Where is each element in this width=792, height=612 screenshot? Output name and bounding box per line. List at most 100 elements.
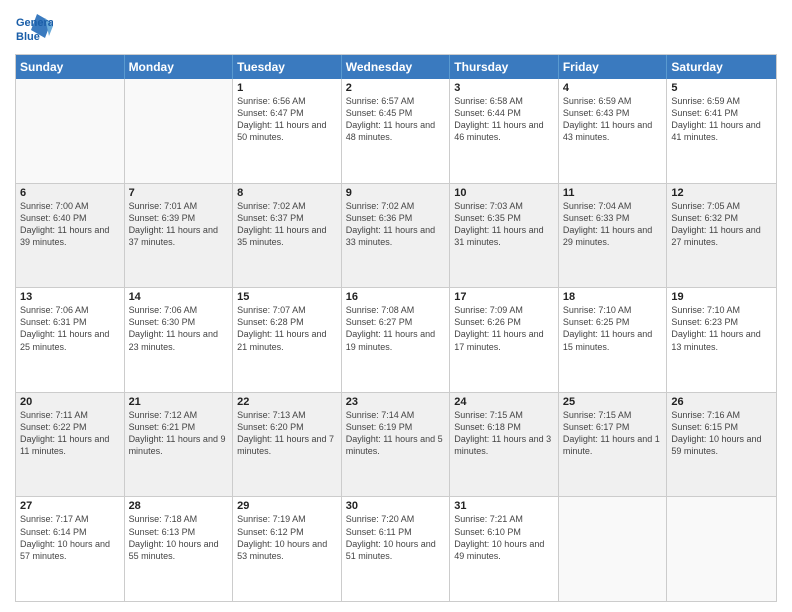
cell-info: Sunrise: 7:15 AMSunset: 6:18 PMDaylight:…: [454, 409, 554, 458]
header-day-thursday: Thursday: [450, 55, 559, 79]
day-cell-8: 8Sunrise: 7:02 AMSunset: 6:37 PMDaylight…: [233, 184, 342, 288]
day-number: 11: [563, 187, 663, 199]
header-day-monday: Monday: [125, 55, 234, 79]
day-number: 9: [346, 187, 446, 199]
calendar-row-2: 13Sunrise: 7:06 AMSunset: 6:31 PMDayligh…: [16, 287, 776, 392]
cell-info: Sunrise: 7:12 AMSunset: 6:21 PMDaylight:…: [129, 409, 229, 458]
day-number: 3: [454, 82, 554, 94]
day-number: 28: [129, 500, 229, 512]
day-number: 12: [671, 187, 772, 199]
cell-info: Sunrise: 7:06 AMSunset: 6:30 PMDaylight:…: [129, 304, 229, 353]
day-cell-15: 15Sunrise: 7:07 AMSunset: 6:28 PMDayligh…: [233, 288, 342, 392]
day-number: 16: [346, 291, 446, 303]
day-number: 26: [671, 396, 772, 408]
day-cell-12: 12Sunrise: 7:05 AMSunset: 6:32 PMDayligh…: [667, 184, 776, 288]
day-cell-16: 16Sunrise: 7:08 AMSunset: 6:27 PMDayligh…: [342, 288, 451, 392]
cell-info: Sunrise: 7:10 AMSunset: 6:25 PMDaylight:…: [563, 304, 663, 353]
empty-cell: [667, 497, 776, 601]
day-number: 31: [454, 500, 554, 512]
day-number: 2: [346, 82, 446, 94]
cell-info: Sunrise: 7:18 AMSunset: 6:13 PMDaylight:…: [129, 513, 229, 562]
header-day-wednesday: Wednesday: [342, 55, 451, 79]
day-number: 29: [237, 500, 337, 512]
calendar-body: 1Sunrise: 6:56 AMSunset: 6:47 PMDaylight…: [16, 79, 776, 601]
cell-info: Sunrise: 7:21 AMSunset: 6:10 PMDaylight:…: [454, 513, 554, 562]
cell-info: Sunrise: 6:59 AMSunset: 6:43 PMDaylight:…: [563, 95, 663, 144]
day-cell-9: 9Sunrise: 7:02 AMSunset: 6:36 PMDaylight…: [342, 184, 451, 288]
day-number: 20: [20, 396, 120, 408]
header-day-sunday: Sunday: [16, 55, 125, 79]
cell-info: Sunrise: 6:58 AMSunset: 6:44 PMDaylight:…: [454, 95, 554, 144]
cell-info: Sunrise: 7:10 AMSunset: 6:23 PMDaylight:…: [671, 304, 772, 353]
day-number: 19: [671, 291, 772, 303]
calendar: SundayMondayTuesdayWednesdayThursdayFrid…: [15, 54, 777, 602]
cell-info: Sunrise: 7:01 AMSunset: 6:39 PMDaylight:…: [129, 200, 229, 249]
day-cell-25: 25Sunrise: 7:15 AMSunset: 6:17 PMDayligh…: [559, 393, 668, 497]
day-cell-23: 23Sunrise: 7:14 AMSunset: 6:19 PMDayligh…: [342, 393, 451, 497]
cell-info: Sunrise: 7:02 AMSunset: 6:36 PMDaylight:…: [346, 200, 446, 249]
day-cell-21: 21Sunrise: 7:12 AMSunset: 6:21 PMDayligh…: [125, 393, 234, 497]
day-number: 10: [454, 187, 554, 199]
cell-info: Sunrise: 7:19 AMSunset: 6:12 PMDaylight:…: [237, 513, 337, 562]
cell-info: Sunrise: 7:05 AMSunset: 6:32 PMDaylight:…: [671, 200, 772, 249]
day-cell-3: 3Sunrise: 6:58 AMSunset: 6:44 PMDaylight…: [450, 79, 559, 183]
day-number: 13: [20, 291, 120, 303]
day-cell-30: 30Sunrise: 7:20 AMSunset: 6:11 PMDayligh…: [342, 497, 451, 601]
day-cell-18: 18Sunrise: 7:10 AMSunset: 6:25 PMDayligh…: [559, 288, 668, 392]
day-number: 7: [129, 187, 229, 199]
cell-info: Sunrise: 7:14 AMSunset: 6:19 PMDaylight:…: [346, 409, 446, 458]
day-number: 8: [237, 187, 337, 199]
cell-info: Sunrise: 7:11 AMSunset: 6:22 PMDaylight:…: [20, 409, 120, 458]
calendar-row-1: 6Sunrise: 7:00 AMSunset: 6:40 PMDaylight…: [16, 183, 776, 288]
cell-info: Sunrise: 6:57 AMSunset: 6:45 PMDaylight:…: [346, 95, 446, 144]
cell-info: Sunrise: 7:03 AMSunset: 6:35 PMDaylight:…: [454, 200, 554, 249]
day-cell-20: 20Sunrise: 7:11 AMSunset: 6:22 PMDayligh…: [16, 393, 125, 497]
cell-info: Sunrise: 7:16 AMSunset: 6:15 PMDaylight:…: [671, 409, 772, 458]
logo: General Blue: [15, 10, 53, 48]
day-cell-11: 11Sunrise: 7:04 AMSunset: 6:33 PMDayligh…: [559, 184, 668, 288]
cell-info: Sunrise: 6:56 AMSunset: 6:47 PMDaylight:…: [237, 95, 337, 144]
day-number: 22: [237, 396, 337, 408]
day-cell-6: 6Sunrise: 7:00 AMSunset: 6:40 PMDaylight…: [16, 184, 125, 288]
cell-info: Sunrise: 7:04 AMSunset: 6:33 PMDaylight:…: [563, 200, 663, 249]
day-number: 6: [20, 187, 120, 199]
cell-info: Sunrise: 7:13 AMSunset: 6:20 PMDaylight:…: [237, 409, 337, 458]
day-number: 18: [563, 291, 663, 303]
empty-cell: [559, 497, 668, 601]
day-cell-19: 19Sunrise: 7:10 AMSunset: 6:23 PMDayligh…: [667, 288, 776, 392]
header-day-saturday: Saturday: [667, 55, 776, 79]
day-cell-22: 22Sunrise: 7:13 AMSunset: 6:20 PMDayligh…: [233, 393, 342, 497]
day-number: 27: [20, 500, 120, 512]
svg-text:Blue: Blue: [16, 31, 40, 43]
day-cell-17: 17Sunrise: 7:09 AMSunset: 6:26 PMDayligh…: [450, 288, 559, 392]
day-cell-14: 14Sunrise: 7:06 AMSunset: 6:30 PMDayligh…: [125, 288, 234, 392]
day-cell-26: 26Sunrise: 7:16 AMSunset: 6:15 PMDayligh…: [667, 393, 776, 497]
day-number: 1: [237, 82, 337, 94]
empty-cell: [125, 79, 234, 183]
calendar-row-3: 20Sunrise: 7:11 AMSunset: 6:22 PMDayligh…: [16, 392, 776, 497]
day-cell-24: 24Sunrise: 7:15 AMSunset: 6:18 PMDayligh…: [450, 393, 559, 497]
day-number: 5: [671, 82, 772, 94]
day-number: 25: [563, 396, 663, 408]
day-cell-10: 10Sunrise: 7:03 AMSunset: 6:35 PMDayligh…: [450, 184, 559, 288]
svg-text:General: General: [16, 17, 53, 29]
day-number: 21: [129, 396, 229, 408]
header-day-tuesday: Tuesday: [233, 55, 342, 79]
cell-info: Sunrise: 7:15 AMSunset: 6:17 PMDaylight:…: [563, 409, 663, 458]
day-cell-31: 31Sunrise: 7:21 AMSunset: 6:10 PMDayligh…: [450, 497, 559, 601]
calendar-row-4: 27Sunrise: 7:17 AMSunset: 6:14 PMDayligh…: [16, 496, 776, 601]
day-number: 15: [237, 291, 337, 303]
day-cell-13: 13Sunrise: 7:06 AMSunset: 6:31 PMDayligh…: [16, 288, 125, 392]
page-header: General Blue: [15, 10, 777, 48]
header-day-friday: Friday: [559, 55, 668, 79]
day-number: 17: [454, 291, 554, 303]
day-number: 23: [346, 396, 446, 408]
cell-info: Sunrise: 7:08 AMSunset: 6:27 PMDaylight:…: [346, 304, 446, 353]
cell-info: Sunrise: 7:09 AMSunset: 6:26 PMDaylight:…: [454, 304, 554, 353]
day-cell-1: 1Sunrise: 6:56 AMSunset: 6:47 PMDaylight…: [233, 79, 342, 183]
cell-info: Sunrise: 6:59 AMSunset: 6:41 PMDaylight:…: [671, 95, 772, 144]
day-cell-5: 5Sunrise: 6:59 AMSunset: 6:41 PMDaylight…: [667, 79, 776, 183]
day-cell-2: 2Sunrise: 6:57 AMSunset: 6:45 PMDaylight…: [342, 79, 451, 183]
calendar-row-0: 1Sunrise: 6:56 AMSunset: 6:47 PMDaylight…: [16, 79, 776, 183]
day-number: 4: [563, 82, 663, 94]
